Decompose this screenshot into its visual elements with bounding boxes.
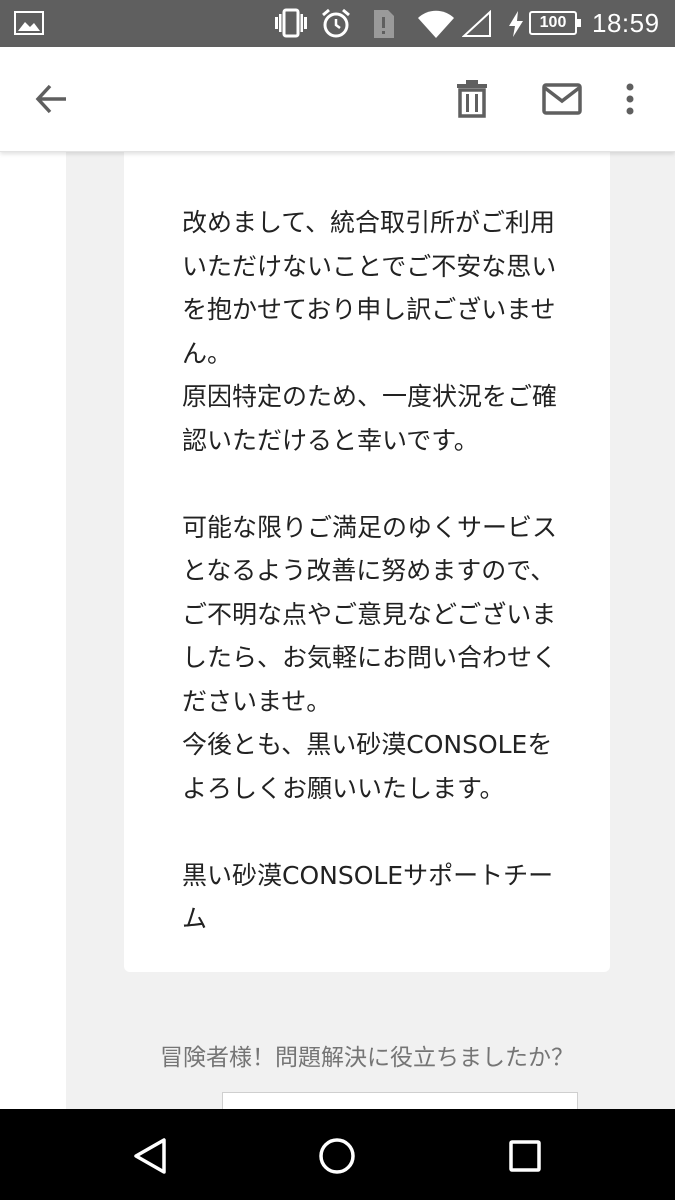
alert-icon <box>374 10 394 38</box>
nav-back-button[interactable] <box>125 1131 175 1181</box>
feedback-option-button[interactable] <box>222 1092 578 1109</box>
feedback-question: 冒険者様！問題解決に役立ちましたか？ <box>160 1045 574 1071</box>
nav-home-button[interactable] <box>312 1131 362 1181</box>
message-signature: 黒い砂漠CONSOLEサポートチー ム <box>182 860 554 934</box>
nav-recents-button[interactable] <box>500 1131 550 1181</box>
home-circle-icon <box>319 1138 355 1174</box>
status-bar: 100 18:59 <box>0 0 675 47</box>
wifi-icon <box>418 10 454 39</box>
back-arrow-icon <box>35 84 66 114</box>
image-icon <box>14 11 44 35</box>
navigation-bar <box>0 1109 675 1200</box>
message-content: 改めまして、統合取引所がご利用 いただけないことでご不安な思い を抱かせており申… <box>0 151 675 1109</box>
more-vert-icon <box>626 83 634 115</box>
status-time: 18:59 <box>592 8 660 38</box>
message-body: 改めまして、統合取引所がご利用 いただけないことでご不安な思い を抱かせており申… <box>182 201 572 941</box>
alarm-icon <box>322 8 350 38</box>
recents-square-icon <box>509 1140 541 1172</box>
charging-icon <box>509 11 523 37</box>
mark-unread-button[interactable] <box>540 77 584 121</box>
paragraph-spacer <box>182 462 572 506</box>
vibrate-icon <box>275 8 307 38</box>
message-paragraph: 可能な限りご満足のゆくサービス となるよう改善に努めますので、 ご不明な点やご意… <box>182 512 558 803</box>
app-toolbar <box>0 47 675 152</box>
delete-icon <box>457 80 487 118</box>
message-paragraph: 改めまして、統合取引所がご利用 いただけないことでご不安な思い を抱かせており申… <box>182 208 558 455</box>
paragraph-spacer <box>182 810 572 854</box>
mark-unread-icon <box>542 83 582 115</box>
more-options-button[interactable] <box>608 77 652 121</box>
battery-level: 100 <box>529 11 581 35</box>
signal-icon <box>462 10 491 37</box>
back-triangle-icon <box>134 1138 166 1174</box>
back-button[interactable] <box>29 77 73 121</box>
delete-button[interactable] <box>450 77 494 121</box>
